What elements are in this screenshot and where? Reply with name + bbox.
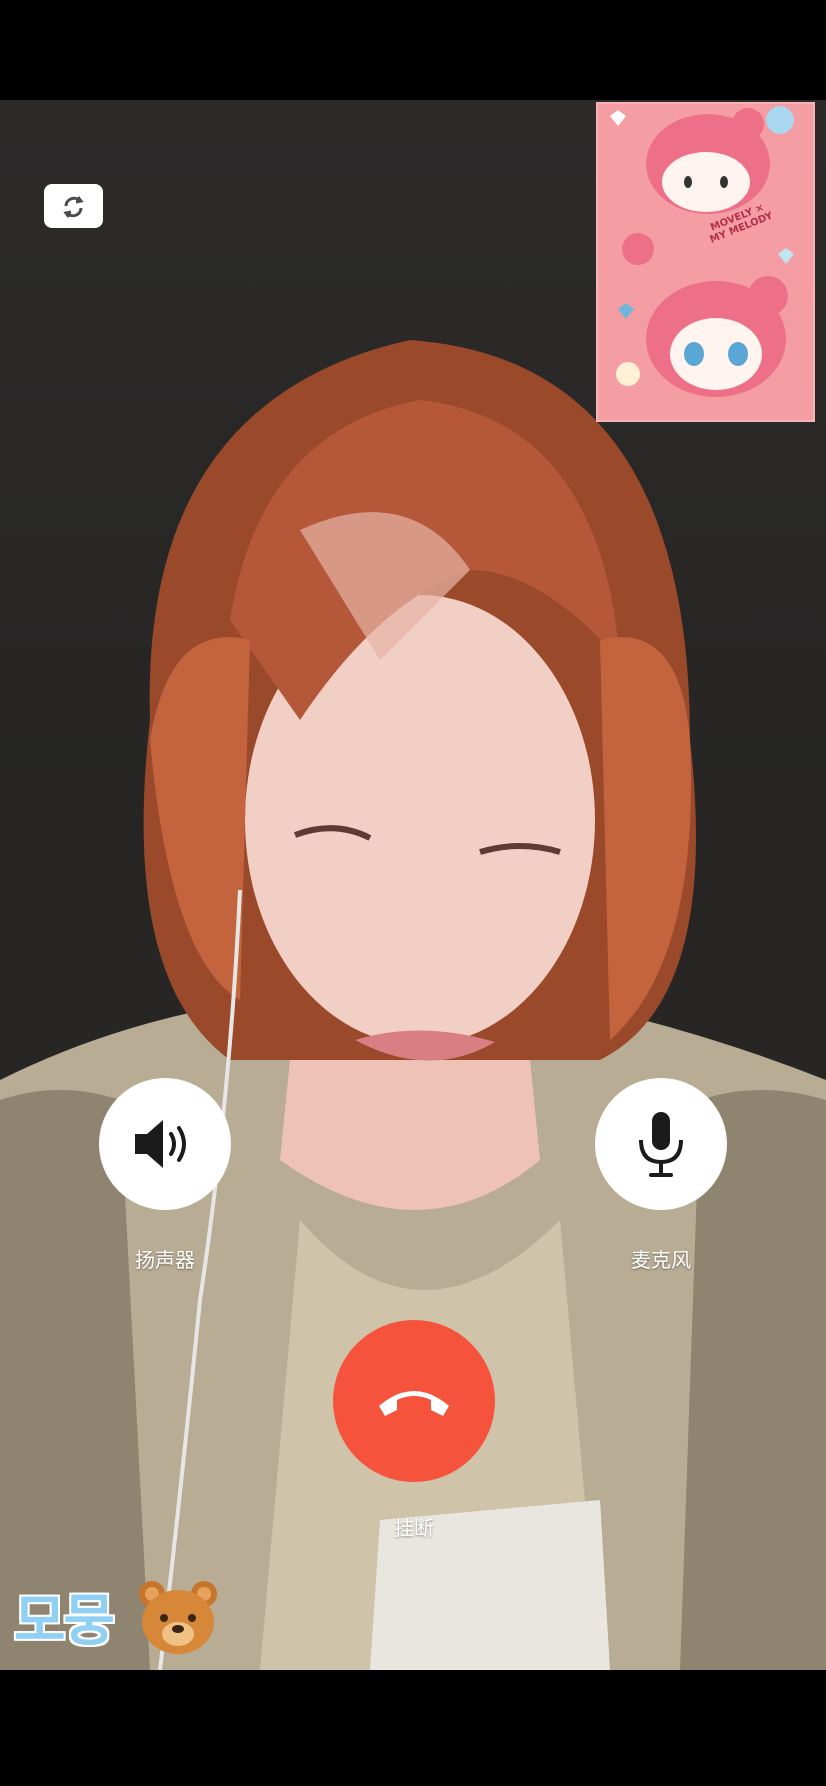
my-melody-sticker-image [598,104,813,420]
bear-emoji-icon [136,1576,220,1660]
speaker-icon [135,1120,186,1168]
speaker-button[interactable] [99,1078,231,1210]
watermark-text: 모뭉 [14,1589,115,1654]
microphone-icon [639,1112,683,1177]
hangup-button[interactable] [333,1320,495,1482]
hangup-label: 挂断 [394,1516,434,1540]
microphone-button[interactable] [595,1078,727,1210]
switch-camera-button[interactable] [44,184,103,228]
camera-switch-icon [61,187,86,218]
microphone-label: 麦克风 [631,1248,691,1272]
self-view-pip[interactable]: MOVELY × MY MELODY [596,102,815,422]
speaker-label: 扬声器 [135,1248,195,1272]
phone-hangup-icon [379,1391,449,1416]
